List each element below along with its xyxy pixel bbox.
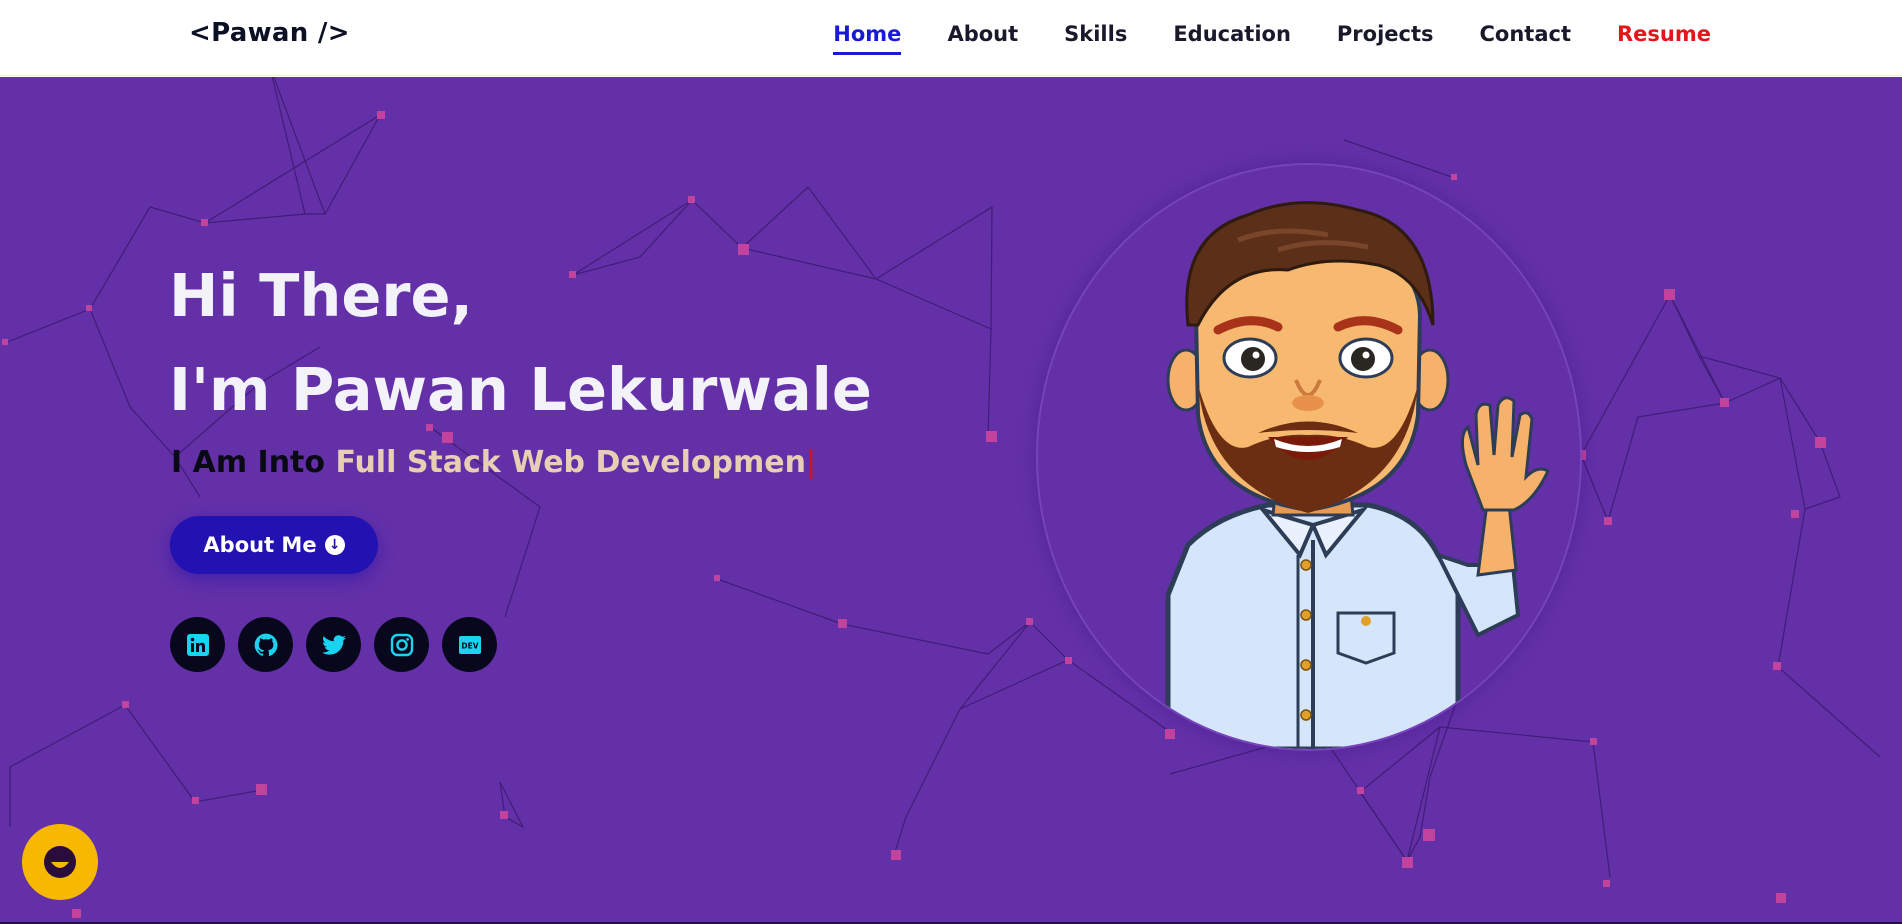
nav-skills[interactable]: Skills xyxy=(1064,22,1127,55)
hero-tagline: I Am Into Full Stack Web Developmen| xyxy=(171,445,816,480)
dev-icon: DEV xyxy=(458,635,481,654)
linkedin-icon xyxy=(186,633,209,656)
dev-icon-text: DEV xyxy=(461,641,478,650)
about-me-label: About Me xyxy=(203,533,317,557)
site-logo[interactable]: <Pawan /> xyxy=(189,18,350,48)
avatar-illustration xyxy=(1036,163,1582,751)
typed-text: Full Stack Web Developmen xyxy=(335,445,806,480)
hero-section: Hi There, I'm Pawan Lekurwale I Am Into … xyxy=(0,77,1902,924)
waving-cartoon-avatar xyxy=(1038,165,1580,749)
twitter-icon xyxy=(321,634,346,655)
dev-link[interactable]: DEV xyxy=(442,617,497,672)
github-icon xyxy=(254,633,277,656)
nav-projects[interactable]: Projects xyxy=(1337,22,1434,55)
nav-about[interactable]: About xyxy=(947,22,1018,55)
about-me-button[interactable]: About Me ↓ xyxy=(170,516,378,574)
hero-heading: Hi There, I'm Pawan Lekurwale xyxy=(169,249,872,437)
instagram-link[interactable] xyxy=(374,617,429,672)
greeting-line-1: Hi There, xyxy=(169,261,473,330)
particle-network-background xyxy=(2,77,1881,918)
typing-cursor: | xyxy=(805,445,817,480)
tagline-prefix: I Am Into xyxy=(171,445,336,480)
nav-home[interactable]: Home xyxy=(833,22,902,55)
social-links: DEV xyxy=(170,617,497,672)
github-link[interactable] xyxy=(238,617,293,672)
arrow-down-circle-icon: ↓ xyxy=(324,535,345,555)
chat-bubble-icon xyxy=(44,846,76,878)
nav-contact[interactable]: Contact xyxy=(1480,22,1572,55)
navbar: <Pawan /> Home About Skills Education Pr… xyxy=(0,0,1902,76)
chat-widget-button[interactable] xyxy=(22,824,98,900)
instagram-icon xyxy=(390,633,413,656)
linkedin-link[interactable] xyxy=(170,617,225,672)
twitter-link[interactable] xyxy=(306,617,361,672)
nav-menu: Home About Skills Education Projects Con… xyxy=(833,22,1711,55)
nav-education[interactable]: Education xyxy=(1173,22,1291,55)
nav-resume[interactable]: Resume xyxy=(1617,22,1711,55)
greeting-line-2: I'm Pawan Lekurwale xyxy=(169,355,872,424)
